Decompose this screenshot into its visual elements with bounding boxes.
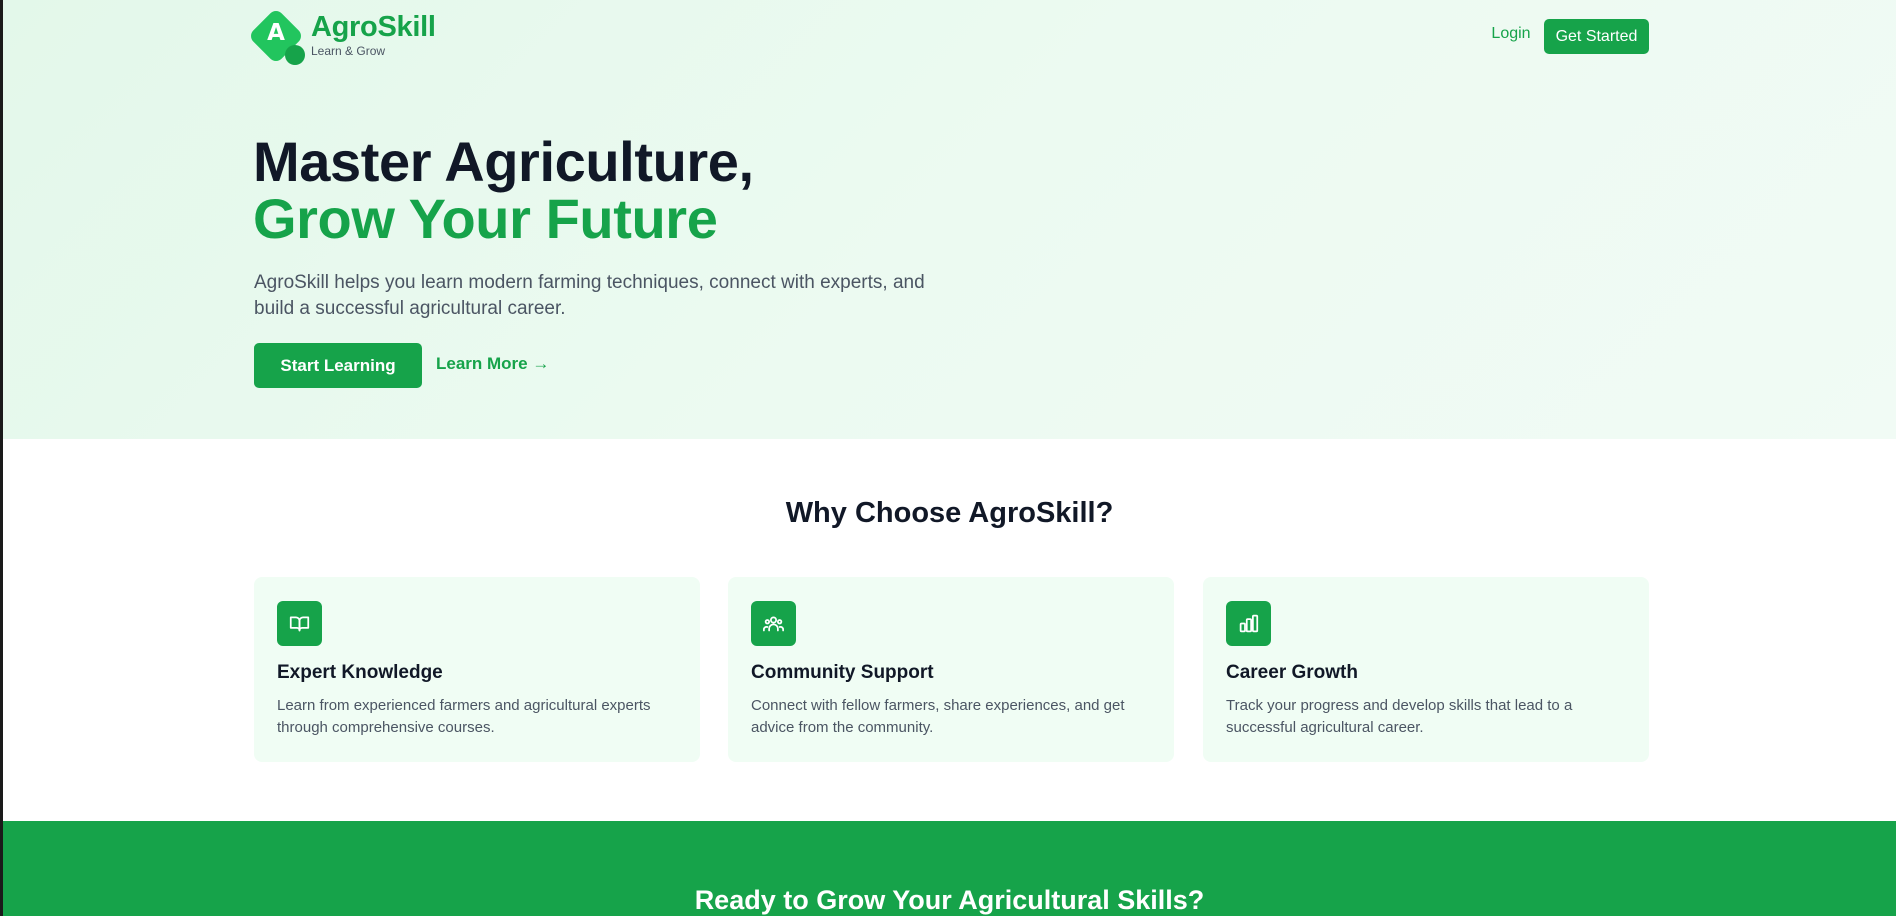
hero-section: A AgroSkill Learn & Grow Login Get Start… <box>3 0 1896 439</box>
chart-icon <box>1226 601 1271 646</box>
cta-section: Ready to Grow Your Agricultural Skills? <box>3 821 1896 916</box>
learn-more-link[interactable]: Learn More → <box>436 354 549 374</box>
feature-description: Connect with fellow farmers, share exper… <box>751 697 1125 736</box>
navbar: A AgroSkill Learn & Grow Login Get Start… <box>3 0 1896 70</box>
brand-logo[interactable]: A AgroSkill Learn & Grow <box>247 7 467 67</box>
hero-title: Master Agriculture, Grow Your Future <box>253 133 754 247</box>
brand-tagline: Learn & Grow <box>311 44 386 58</box>
landing-page: A AgroSkill Learn & Grow Login Get Start… <box>0 0 1896 916</box>
feature-description: Learn from experienced farmers and agric… <box>277 697 651 736</box>
feature-title: Expert Knowledge <box>277 662 443 683</box>
feature-title: Community Support <box>751 662 934 683</box>
logo-dot <box>285 45 305 65</box>
login-link[interactable]: Login <box>1483 25 1539 43</box>
hero-title-line2: Grow Your Future <box>253 187 718 250</box>
brand-name: AgroSkill <box>311 11 436 43</box>
feature-description: Track your progress and develop skills t… <box>1226 697 1573 736</box>
hero-description: AgroSkill helps you learn modern farming… <box>254 272 925 319</box>
users-icon <box>751 601 796 646</box>
feature-card-career-growth: Career Growth Track your progress and de… <box>1203 577 1649 762</box>
book-icon <box>277 601 322 646</box>
feature-title: Career Growth <box>1226 662 1358 683</box>
hero-title-line1: Master Agriculture, <box>253 130 754 193</box>
feature-card-expert-knowledge: Expert Knowledge Learn from experienced … <box>254 577 700 762</box>
feature-card-community-support: Community Support Connect with fellow fa… <box>728 577 1174 762</box>
start-learning-button[interactable]: Start Learning <box>254 343 422 388</box>
features-heading: Why Choose AgroSkill? <box>785 497 1114 529</box>
logo-letter: A <box>267 20 285 46</box>
cta-heading: Ready to Grow Your Agricultural Skills? <box>694 885 1205 915</box>
logo-icon: A <box>247 7 307 67</box>
get-started-button[interactable]: Get Started <box>1544 19 1649 54</box>
